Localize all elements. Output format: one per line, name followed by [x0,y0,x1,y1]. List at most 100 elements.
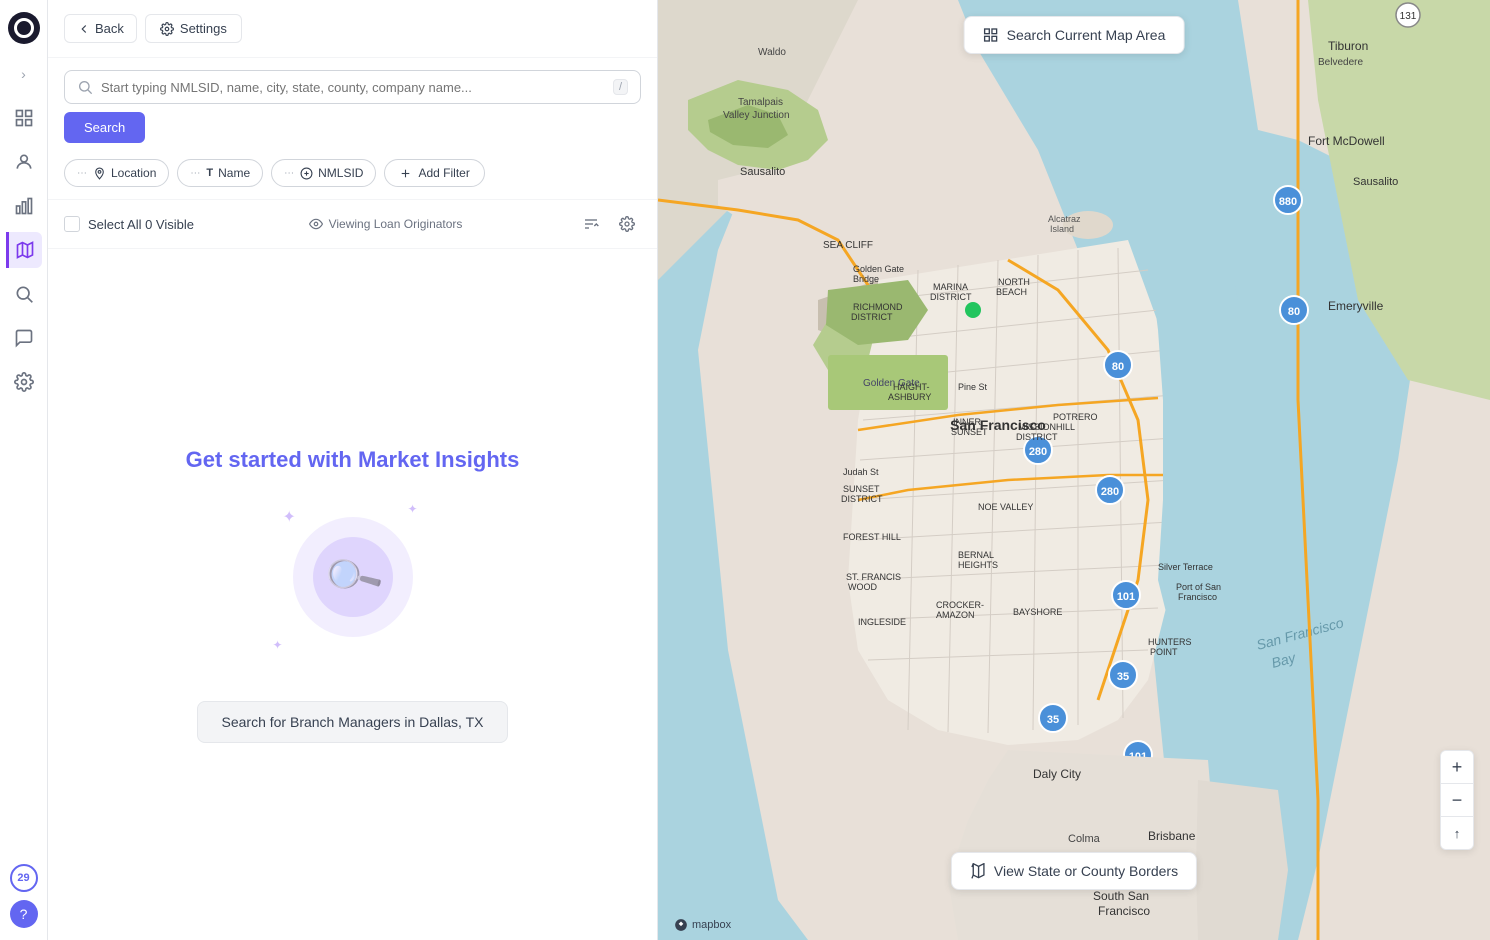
zoom-controls: + − ↑ [1440,750,1474,850]
svg-text:DISTRICT: DISTRICT [851,312,893,322]
help-icon[interactable]: ? [10,900,38,928]
svg-text:280: 280 [1101,486,1119,498]
map-area[interactable]: 280 80 280 101 35 35 101 Alcatraz Island [658,0,1490,940]
svg-text:SUNSET: SUNSET [843,484,880,494]
svg-text:Valley Junction: Valley Junction [723,110,790,121]
sidebar-icon-grid[interactable] [6,100,42,136]
svg-text:Alcatraz: Alcatraz [1048,214,1081,224]
viewing-label: Viewing Loan Originators [309,217,463,231]
magnifier-glass-icon: 🔍 [319,544,386,610]
svg-text:Sausalito: Sausalito [740,166,785,178]
svg-text:DISTRICT: DISTRICT [1016,432,1058,442]
select-all-checkbox[interactable] [64,216,80,232]
svg-text:Tamalpais: Tamalpais [738,97,783,108]
svg-text:MARINA: MARINA [933,282,968,292]
svg-text:BERNAL: BERNAL [958,550,994,560]
filter-tab-location[interactable]: ⋯ Location [64,159,169,187]
sidebar-icon-user[interactable] [6,144,42,180]
svg-text:POTRERO: POTRERO [1053,412,1098,422]
search-magnifier-icon [77,79,93,95]
suggestion-button[interactable]: Search for Branch Managers in Dallas, TX [197,701,509,743]
borders-icon [970,863,986,879]
search-bar-container: / [48,58,657,112]
svg-text:NORTH: NORTH [998,277,1030,287]
add-filter-icon [399,167,412,180]
mapbox-attribution: mapbox [674,918,731,932]
svg-text:880: 880 [1279,196,1297,208]
app-logo[interactable] [8,12,40,44]
filter-tab-name[interactable]: ⋯ T Name [177,159,263,187]
svg-text:POINT: POINT [1150,647,1178,657]
search-input[interactable] [101,80,605,95]
svg-text:Pine St: Pine St [958,382,988,392]
settings-button[interactable]: Settings [145,14,242,43]
svg-text:HILL: HILL [1056,422,1075,432]
slash-badge: / [613,79,628,95]
add-filter-button[interactable]: Add Filter [384,159,484,187]
svg-text:Island: Island [1050,224,1074,234]
filter-tabs: ⋯ Location ⋯ T Name ⋯ NMLSID Add Filter [48,155,657,199]
notification-icon: 29 [10,864,38,892]
compass-button[interactable]: ↑ [1441,817,1473,849]
svg-text:Golden Gate: Golden Gate [853,264,904,274]
svg-text:Bridge: Bridge [853,274,879,284]
svg-text:Belvedere: Belvedere [1318,57,1363,68]
svg-text:131: 131 [1400,11,1417,22]
svg-text:Fort McDowell: Fort McDowell [1308,134,1385,148]
svg-text:80: 80 [1112,361,1124,373]
sparkle-3: ✦ [273,638,283,652]
svg-text:HAIGHT-: HAIGHT- [893,382,930,392]
expand-icon[interactable]: › [6,56,42,92]
magnifier-inner: 🔍 [313,537,393,617]
zoom-out-button[interactable]: − [1441,784,1473,816]
eye-icon [309,217,323,231]
svg-text:Francisco: Francisco [1178,592,1217,602]
panel-header: Back Settings [48,0,657,58]
filter-tab-nmlsid[interactable]: ⋯ NMLSID [271,159,376,187]
sparkle-1: ✦ [283,507,296,527]
view-borders-button[interactable]: View State or County Borders [951,852,1197,890]
search-area-icon [983,27,999,43]
svg-text:NOE VALLEY: NOE VALLEY [978,502,1033,512]
svg-text:HUNTERS: HUNTERS [1148,637,1192,647]
sidebar-icon-settings[interactable] [6,364,42,400]
svg-text:Emeryville: Emeryville [1328,299,1384,313]
svg-text:Francisco: Francisco [1098,904,1150,918]
zoom-in-button[interactable]: + [1441,751,1473,783]
svg-text:DISTRICT: DISTRICT [930,292,972,302]
sort-icon[interactable] [577,210,605,238]
select-all-label: Select All 0 Visible [88,217,194,232]
empty-state-title: Get started with Market Insights [186,447,520,473]
magnifier-circle: 🔍 [293,517,413,637]
svg-text:INNER: INNER [953,417,982,427]
svg-text:BAYSHORE: BAYSHORE [1013,607,1062,617]
back-button[interactable]: Back [64,14,137,43]
magnifier-illustration: ✦ ✦ ✦ 🔍 [263,497,443,677]
search-button[interactable]: Search [64,112,145,143]
search-current-map-button[interactable]: Search Current Map Area [964,16,1185,54]
svg-text:Port of San: Port of San [1176,582,1221,592]
select-all-container: Select All 0 Visible [64,216,194,232]
sidebar-icon-chart[interactable] [6,188,42,224]
sidebar-icon-search[interactable] [6,276,42,312]
notification-badge-icon[interactable]: 29 [10,864,38,892]
svg-text:35: 35 [1117,671,1129,683]
svg-text:DISTRICT: DISTRICT [841,494,883,504]
svg-text:SUNSET: SUNSET [951,427,988,437]
svg-text:Judah St: Judah St [843,467,879,477]
svg-text:AMAZON: AMAZON [936,610,975,620]
svg-text:35: 35 [1047,714,1059,726]
svg-text:CROCKER-: CROCKER- [936,600,984,610]
svg-text:ASHBURY: ASHBURY [888,392,931,402]
results-header: Select All 0 Visible Viewing Loan Origin… [48,199,657,249]
svg-text:South San: South San [1093,889,1149,903]
svg-text:MISSION: MISSION [1018,422,1056,432]
sidebar-icon-comment[interactable] [6,320,42,356]
map-canvas: 280 80 280 101 35 35 101 Alcatraz Island [658,0,1490,940]
sidebar-icon-map[interactable] [6,232,42,268]
svg-text:280: 280 [1029,446,1047,458]
svg-text:Silver Terrace: Silver Terrace [1158,562,1213,572]
svg-text:HEIGHTS: HEIGHTS [958,560,998,570]
column-settings-icon[interactable] [613,210,641,238]
svg-text:BEACH: BEACH [996,287,1027,297]
